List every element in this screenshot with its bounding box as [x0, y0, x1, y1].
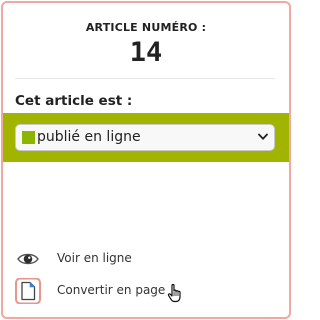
- divider: [15, 78, 275, 79]
- convert-to-page-link[interactable]: Convertir en page: [15, 278, 235, 304]
- status-select[interactable]: publié en ligne: [15, 124, 275, 151]
- status-band: publié en ligne: [3, 113, 289, 162]
- status-select-value: publié en ligne: [37, 129, 141, 145]
- status-color-swatch: [22, 131, 35, 144]
- view-online-label: Voir en ligne: [57, 251, 132, 265]
- eye-icon: [17, 253, 39, 265]
- hand-cursor-icon: [167, 283, 181, 303]
- article-number: 14: [129, 37, 163, 68]
- view-online-link[interactable]: Voir en ligne: [15, 246, 235, 272]
- chevron-down-icon: [258, 133, 268, 140]
- article-number-label: ARTICLE NUMÉRO :: [85, 21, 207, 34]
- article-info-panel: ARTICLE NUMÉRO : 14 Cet article est : pu…: [1, 1, 291, 319]
- status-heading: Cet article est :: [15, 93, 133, 109]
- document-icon: [15, 278, 41, 304]
- convert-to-page-label: Convertir en page: [57, 283, 166, 297]
